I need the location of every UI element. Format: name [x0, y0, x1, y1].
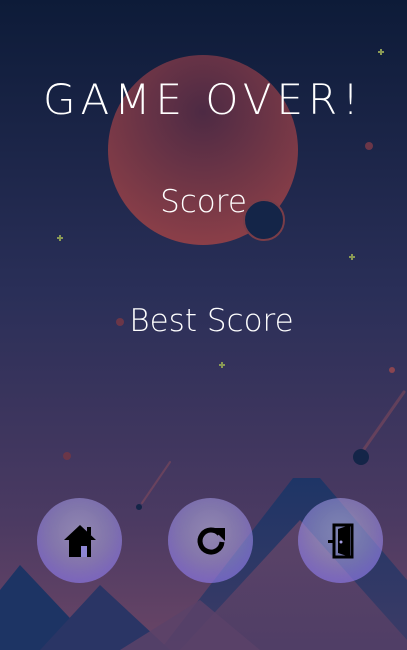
game-over-title: GAME OVER! [42, 75, 364, 124]
home-button[interactable] [37, 498, 122, 583]
exit-button[interactable] [298, 498, 383, 583]
home-icon [62, 523, 98, 559]
restart-icon [195, 525, 227, 557]
best-score-label: Best Score [129, 303, 294, 339]
exit-door-icon [326, 523, 356, 559]
game-over-screen: GAME OVER! Score Best Score [0, 0, 407, 650]
restart-button[interactable] [168, 498, 253, 583]
score-label: Score [160, 184, 247, 220]
